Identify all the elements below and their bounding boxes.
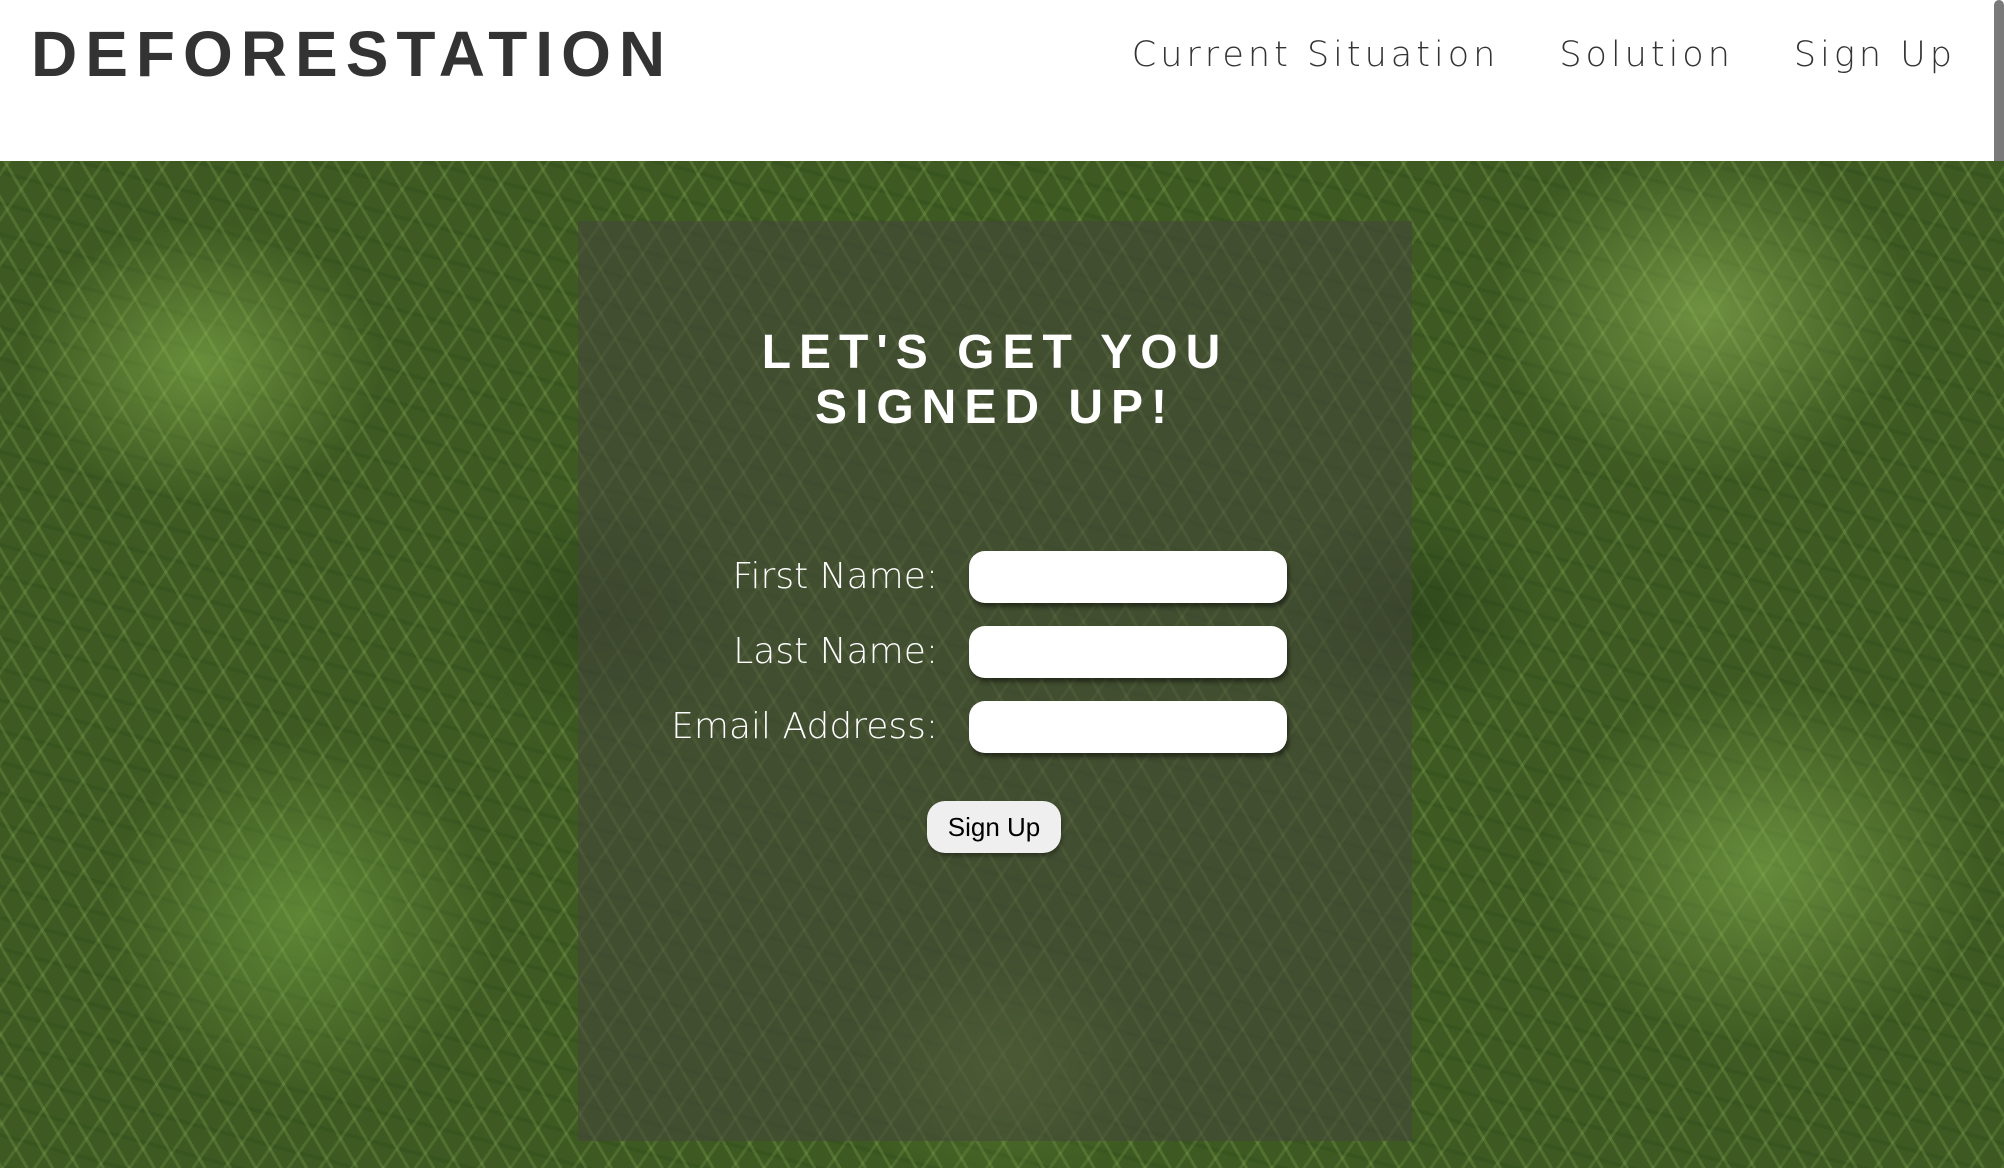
email-row: Email Address:: [578, 701, 1412, 753]
sign-up-button[interactable]: Sign Up: [927, 801, 1061, 853]
signup-panel: LET'S GET YOU SIGNED UP! First Name: Las…: [578, 221, 1412, 1141]
nav-solution[interactable]: Solution: [1559, 30, 1734, 80]
email-input[interactable]: [969, 701, 1287, 753]
nav-sign-up[interactable]: Sign Up: [1794, 30, 1956, 80]
first-name-row: First Name:: [578, 551, 1412, 603]
main-nav: Current Situation Solution Sign Up: [1132, 30, 1956, 80]
site-header: DEFORESTATION Current Situation Solution…: [0, 0, 2004, 161]
moss-background-image: LET'S GET YOU SIGNED UP! First Name: Las…: [0, 161, 2004, 1168]
first-name-label: First Name:: [732, 556, 938, 597]
first-name-input[interactable]: [969, 551, 1287, 603]
last-name-label: Last Name:: [733, 631, 938, 672]
site-logo: DEFORESTATION: [31, 18, 674, 90]
last-name-input[interactable]: [969, 626, 1287, 678]
nav-current-situation[interactable]: Current Situation: [1132, 30, 1500, 80]
signup-title-line-2: SIGNED UP!: [814, 381, 1176, 434]
signup-title: LET'S GET YOU SIGNED UP!: [578, 325, 1412, 435]
last-name-row: Last Name:: [578, 626, 1412, 678]
email-label: Email Address:: [671, 706, 938, 747]
signup-title-line-1: LET'S GET YOU: [761, 326, 1229, 379]
